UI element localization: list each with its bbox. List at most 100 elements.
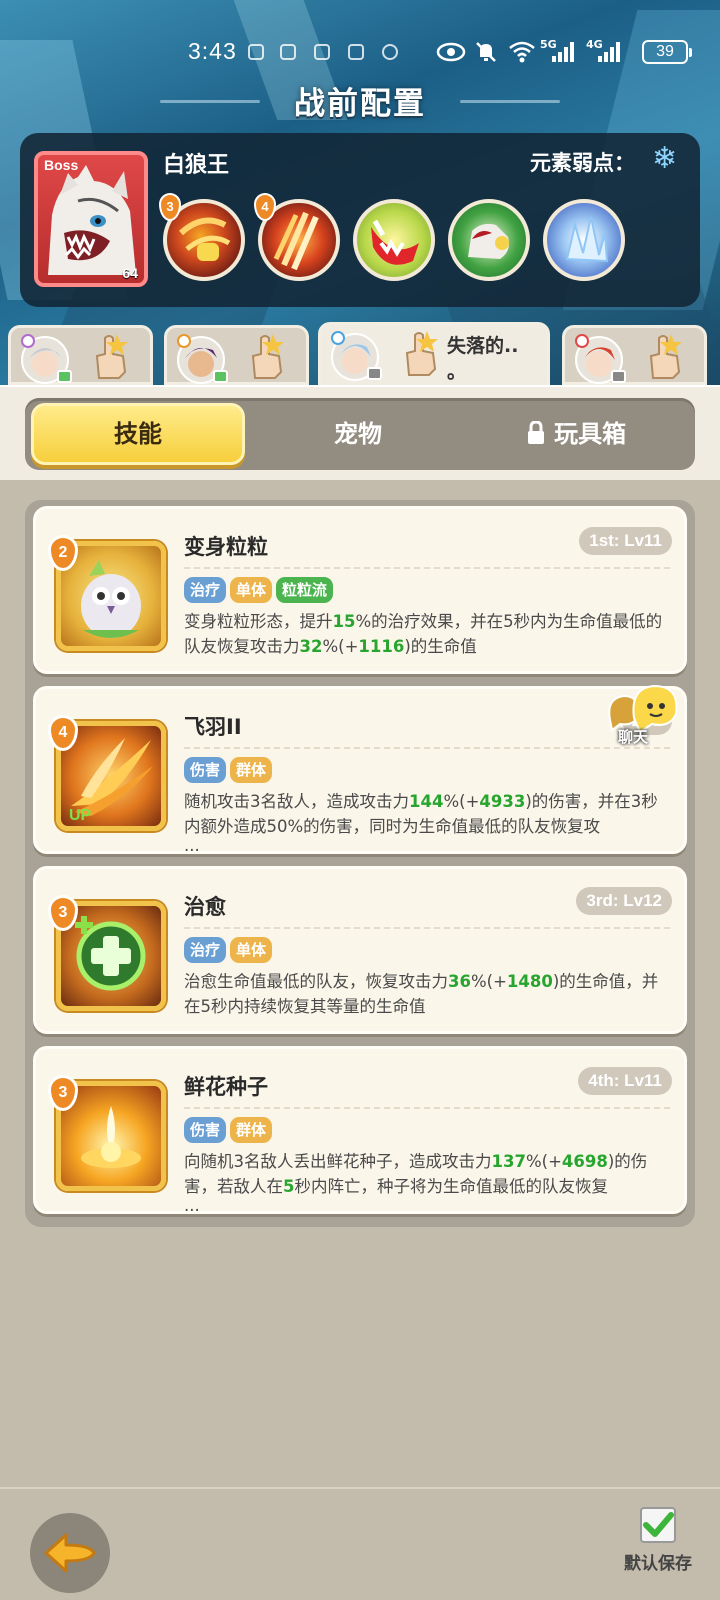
config-tab-bar: 技能 宠物 玩具箱	[25, 398, 695, 470]
back-button[interactable]	[30, 1513, 110, 1593]
title-ornament	[460, 100, 560, 103]
skill-name: 鲜花种子	[184, 1075, 268, 1099]
skill-tag: 治疗	[184, 577, 227, 603]
equipped-icon	[213, 370, 228, 383]
tab-pets[interactable]: 宠物	[251, 403, 465, 465]
wolf-howl-icon	[468, 223, 509, 259]
tab-toybox[interactable]: 玩具箱	[469, 403, 683, 465]
skill-tag: 粒粒流	[276, 577, 334, 603]
skill-tag: 群体	[230, 1117, 273, 1143]
wifi-icon	[509, 41, 535, 63]
chat-label: 聊天	[618, 728, 649, 746]
heal-cross-icon	[75, 916, 146, 991]
hero-slot-1[interactable]	[8, 325, 153, 385]
feather-icon: UP	[69, 738, 153, 824]
tab-pets-label: 宠物	[334, 420, 382, 448]
skill-description: 治愈生命值最低的队友，恢复攻击力36%(+1480)的生命值，并在5秒内持续恢复…	[184, 972, 659, 1016]
signal-icon	[552, 42, 574, 62]
skill-name: 飞羽II	[184, 715, 242, 739]
page-header: 战前配置	[0, 78, 720, 122]
divider	[184, 1107, 670, 1109]
signal-icon	[598, 42, 620, 62]
notification-icon	[280, 44, 296, 60]
skill-card[interactable]: 3 治愈 3rd: Lv12 治疗 单体 治愈生命值最低的队友，恢复攻击力36%(…	[33, 866, 687, 1034]
boss-portrait[interactable]: Boss 64	[34, 151, 148, 287]
skill-rank-badge: 3rd: Lv12	[576, 887, 672, 915]
flower-seed-icon	[81, 1106, 141, 1168]
skill-tag: 单体	[230, 577, 273, 603]
skill-tags: 治疗 单体 粒粒流	[184, 577, 337, 603]
boss-skill-claw-strike[interactable]: 3	[159, 193, 245, 281]
tab-skills[interactable]: 技能	[31, 403, 245, 465]
skill-card[interactable]: 2 变身粒粒 1st: Lv11 治疗 单体 粒粒流 变身粒粒形态，提升15%的治疗…	[33, 506, 687, 674]
boss-name: 白狼王	[163, 153, 230, 178]
skill-tags: 治疗 单体	[184, 937, 276, 963]
element-icon	[21, 334, 35, 348]
equipped-icon	[57, 370, 72, 383]
hand-point-icon	[251, 334, 284, 379]
checkmark-icon	[643, 1512, 674, 1537]
element-icon	[575, 334, 589, 348]
skill-rank-badge: 1st: Lv11	[579, 527, 672, 555]
battery-level: 39	[656, 43, 674, 60]
tab-toybox-label: 玩具箱	[554, 420, 627, 448]
skill-tag: 伤害	[184, 1117, 227, 1143]
element-icon	[331, 331, 345, 345]
default-save-checkbox[interactable]	[640, 1507, 676, 1543]
hand-point-icon	[649, 334, 682, 379]
active-hero-label-line1: 失落的..	[447, 335, 519, 357]
skill-description: 随机攻击3名敌人，造成攻击力144%(+4933)的伤害，并在3秒内额外造成50…	[184, 792, 658, 855]
divider	[184, 927, 670, 929]
hand-point-icon	[405, 331, 438, 376]
skill-tag: 群体	[230, 757, 273, 783]
skill-tags: 伤害 群体	[184, 757, 276, 783]
equipped-icon	[611, 370, 626, 383]
skill-name: 治愈	[184, 895, 226, 919]
owl-transform-icon	[81, 560, 141, 638]
hero-slot-4[interactable]	[562, 325, 707, 385]
element-icon	[177, 334, 191, 348]
hand-point-icon	[95, 334, 128, 379]
element-weakness-label: 元素弱点：	[530, 151, 635, 175]
skill-tag: 伤害	[184, 757, 227, 783]
notification-icon	[348, 44, 364, 60]
skill-name: 变身粒粒	[184, 535, 268, 559]
skill-tags: 伤害 群体	[184, 1117, 276, 1143]
ice-crystal-icon	[565, 216, 609, 263]
battle-header-background: 3:43 5G 4G 39 战前配置 Boss 64 白狼王 元素弱点： ❄ 3…	[0, 0, 720, 395]
chat-button[interactable]: 聊天	[604, 680, 688, 750]
divider	[184, 747, 670, 749]
active-hero-label-line2: 。	[447, 361, 467, 383]
bottom-bar: 默认保存	[0, 1487, 720, 1600]
active-hero-label: 失落的.. 。	[447, 333, 518, 385]
skill-tag: 治疗	[184, 937, 227, 963]
back-arrow-icon	[44, 1533, 96, 1573]
white-wolf-icon	[48, 165, 136, 275]
upgrade-badge: UP	[69, 807, 92, 824]
divider	[184, 567, 670, 569]
snowflake-icon: ❄	[652, 141, 678, 176]
tab-skills-label: 技能	[114, 420, 162, 448]
skill-card[interactable]: 4 UP 飞羽II 2nd 伤害群体 随机攻击3名敌人，造成攻击力144%(+4…	[33, 686, 687, 854]
boss-skill-triple-slash[interactable]: 4	[254, 193, 340, 281]
notification-icon	[382, 44, 398, 60]
skill-description: 向随机3名敌人丢出鲜花种子，造成攻击力137%(+4698)的伤害，若敌人在5秒…	[184, 1152, 648, 1215]
boss-skill-wolf-howl[interactable]	[448, 199, 530, 281]
skill-card[interactable]: 3 鲜花种子 4th: Lv11 伤害 群体 向随机3名敌人丢出鲜花种子，造成攻击…	[33, 1046, 687, 1214]
battery-icon: 39	[642, 40, 692, 64]
skill-description: 变身粒粒形态，提升15%的治疗效果，并在5秒内为生命值最低的队友恢复攻击力32%…	[184, 612, 663, 656]
skills-list: 2 变身粒粒 1st: Lv11 治疗 单体 粒粒流 变身粒粒形态，提升15%的治疗…	[25, 500, 695, 1227]
page-title: 战前配置	[294, 86, 426, 122]
hero-slot-3-active[interactable]: 失落的.. 。	[318, 322, 550, 388]
status-time: 3:43	[188, 38, 237, 64]
skill-tag: 单体	[230, 937, 273, 963]
triple-slash-icon	[273, 211, 319, 271]
boss-level: 64	[122, 265, 138, 281]
lock-icon	[527, 420, 544, 444]
skill-rank-badge: 4th: Lv11	[578, 1067, 672, 1095]
status-bar: 3:43 5G 4G 39	[0, 38, 720, 68]
boss-skill-ice-crystal[interactable]	[543, 199, 625, 281]
boss-skill-fang-bite[interactable]	[353, 199, 435, 281]
hero-slot-2[interactable]	[164, 325, 309, 385]
default-save-label: 默认保存	[624, 1554, 692, 1574]
